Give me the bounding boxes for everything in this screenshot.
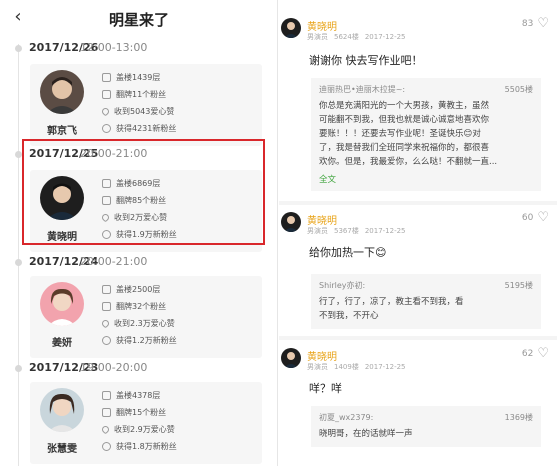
star-name: 郭京飞 <box>47 126 77 137</box>
comment-text: 咩？咩 <box>309 382 342 395</box>
fans-stat: 获得1.8万新粉丝 <box>102 440 177 453</box>
heart-icon[interactable]: ♡ <box>537 346 549 361</box>
expand-link[interactable]: 全文 <box>319 173 533 185</box>
fans-stat: 获得4231新粉丝 <box>102 122 176 135</box>
comment-meta: 男演员 5367楼 2017-12-25 <box>307 227 406 235</box>
avatar[interactable] <box>281 212 301 232</box>
likes-stat: 收到2.3万爱心赞 <box>100 317 175 330</box>
heart-icon <box>100 318 111 329</box>
star-name: 姜妍 <box>52 338 72 349</box>
flip-stat: 翻牌32个粉丝 <box>102 300 166 313</box>
comment-text: 谢谢你 快去写作业吧！ <box>309 54 423 67</box>
quote-author: Shirley亦初: <box>319 281 366 290</box>
quote-floor: 5195楼 <box>504 281 533 290</box>
flip-stat: 翻牌11个粉丝 <box>102 88 166 101</box>
heart-icon[interactable]: ♡ <box>537 210 549 225</box>
timeline-panel: ‹ 明星来了 2017/12/26 12:00-13:00 郭京飞 盖楼1439… <box>0 0 278 466</box>
comments-panel: 黄晓明 男演员 5624楼 2017-12-25 83 ♡ 谢谢你 快去写作业吧！ 迪… <box>279 0 557 466</box>
quoted-comment[interactable]: 迪丽热巴•迪丽木拉提~: 5505楼 你总是充满阳光的一个大男孩，黄教主，虽然 可… <box>311 78 541 191</box>
floors-stat: 盖楼2500层 <box>102 283 160 296</box>
like-count: 62 ♡ <box>521 346 549 361</box>
quoted-comment[interactable]: 初夏_wx2379: 1369楼 晓明哥，在的话就咩一声 <box>311 406 541 447</box>
selection-highlight <box>22 139 265 245</box>
quote-author: 初夏_wx2379: <box>319 413 374 422</box>
timeline-dot <box>15 151 22 158</box>
avatar <box>40 70 84 114</box>
quoted-comment[interactable]: Shirley亦初: 5195楼 行了，行了，凉了，教主看不到我，看 不到我，不开… <box>311 274 541 329</box>
card-icon <box>102 90 111 99</box>
entry-time: 12:00-13:00 <box>80 41 148 54</box>
avatar[interactable] <box>281 18 301 38</box>
star-card[interactable]: 郭京飞 盖楼1439层 翻牌11个粉丝 收到5043爱心赞 获得4231新粉丝 <box>30 64 262 146</box>
star-name: 张慧雯 <box>47 444 77 455</box>
divider <box>279 201 557 205</box>
avatar <box>40 282 84 326</box>
page-title: 明星来了 <box>108 11 169 29</box>
fans-stat: 获得1.2万新粉丝 <box>102 334 177 347</box>
comment-meta: 男演员 5624楼 2017-12-25 <box>307 33 406 41</box>
comment-text: 给你加热一下😊 <box>309 246 387 259</box>
comment-meta: 男演员 1409楼 2017-12-25 <box>307 363 406 371</box>
timeline-dot <box>15 45 22 52</box>
quote-floor: 5505楼 <box>504 85 533 94</box>
quote-author: 迪丽热巴•迪丽木拉提~: <box>319 85 406 94</box>
like-count: 83 ♡ <box>521 16 549 31</box>
card-icon <box>102 302 111 311</box>
commenter-name[interactable]: 黄晓明 <box>307 212 337 227</box>
timeline-dot <box>15 365 22 372</box>
building-icon <box>102 391 111 400</box>
timeline-dot <box>15 259 22 266</box>
likes-stat: 收到5043爱心赞 <box>100 105 174 118</box>
building-icon <box>102 73 111 82</box>
quote-body: 行了，行了，凉了，教主看不到我，看 不到我，不开心 <box>319 297 464 321</box>
commenter-name[interactable]: 黄晓明 <box>307 18 337 33</box>
nav-bar: ‹ 明星来了 <box>0 0 278 36</box>
user-icon <box>102 442 111 451</box>
entry-time: 19:00-20:00 <box>80 361 148 374</box>
card-icon <box>102 408 111 417</box>
commenter-name[interactable]: 黄晓明 <box>307 348 337 363</box>
heart-icon <box>100 424 111 435</box>
star-card[interactable]: 姜妍 盖楼2500层 翻牌32个粉丝 收到2.3万爱心赞 获得1.2万新粉丝 <box>30 276 262 358</box>
like-count: 60 ♡ <box>521 210 549 225</box>
user-icon <box>102 336 111 345</box>
likes-stat: 收到2.9万爱心赞 <box>100 423 175 436</box>
star-card[interactable]: 张慧雯 盖楼4378层 翻牌15个粉丝 收到2.9万爱心赞 获得1.8万新粉丝 <box>30 382 262 464</box>
floors-stat: 盖楼1439层 <box>102 71 160 84</box>
heart-icon[interactable]: ♡ <box>537 16 549 31</box>
flip-stat: 翻牌15个粉丝 <box>102 406 166 419</box>
avatar[interactable] <box>281 348 301 368</box>
divider <box>279 336 557 340</box>
timeline-line <box>18 44 19 466</box>
heart-icon <box>100 106 111 117</box>
building-icon <box>102 285 111 294</box>
entry-time: 20:00-21:00 <box>80 255 148 268</box>
quote-body: 你总是充满阳光的一个大男孩，黄教主，虽然 可能翻不到我，但我也就是诚心诚意地喜欢… <box>319 101 498 167</box>
quote-body: 晓明哥，在的话就咩一声 <box>319 429 413 439</box>
floors-stat: 盖楼4378层 <box>102 389 160 402</box>
avatar <box>40 388 84 432</box>
user-icon <box>102 124 111 133</box>
quote-floor: 1369楼 <box>504 413 533 422</box>
